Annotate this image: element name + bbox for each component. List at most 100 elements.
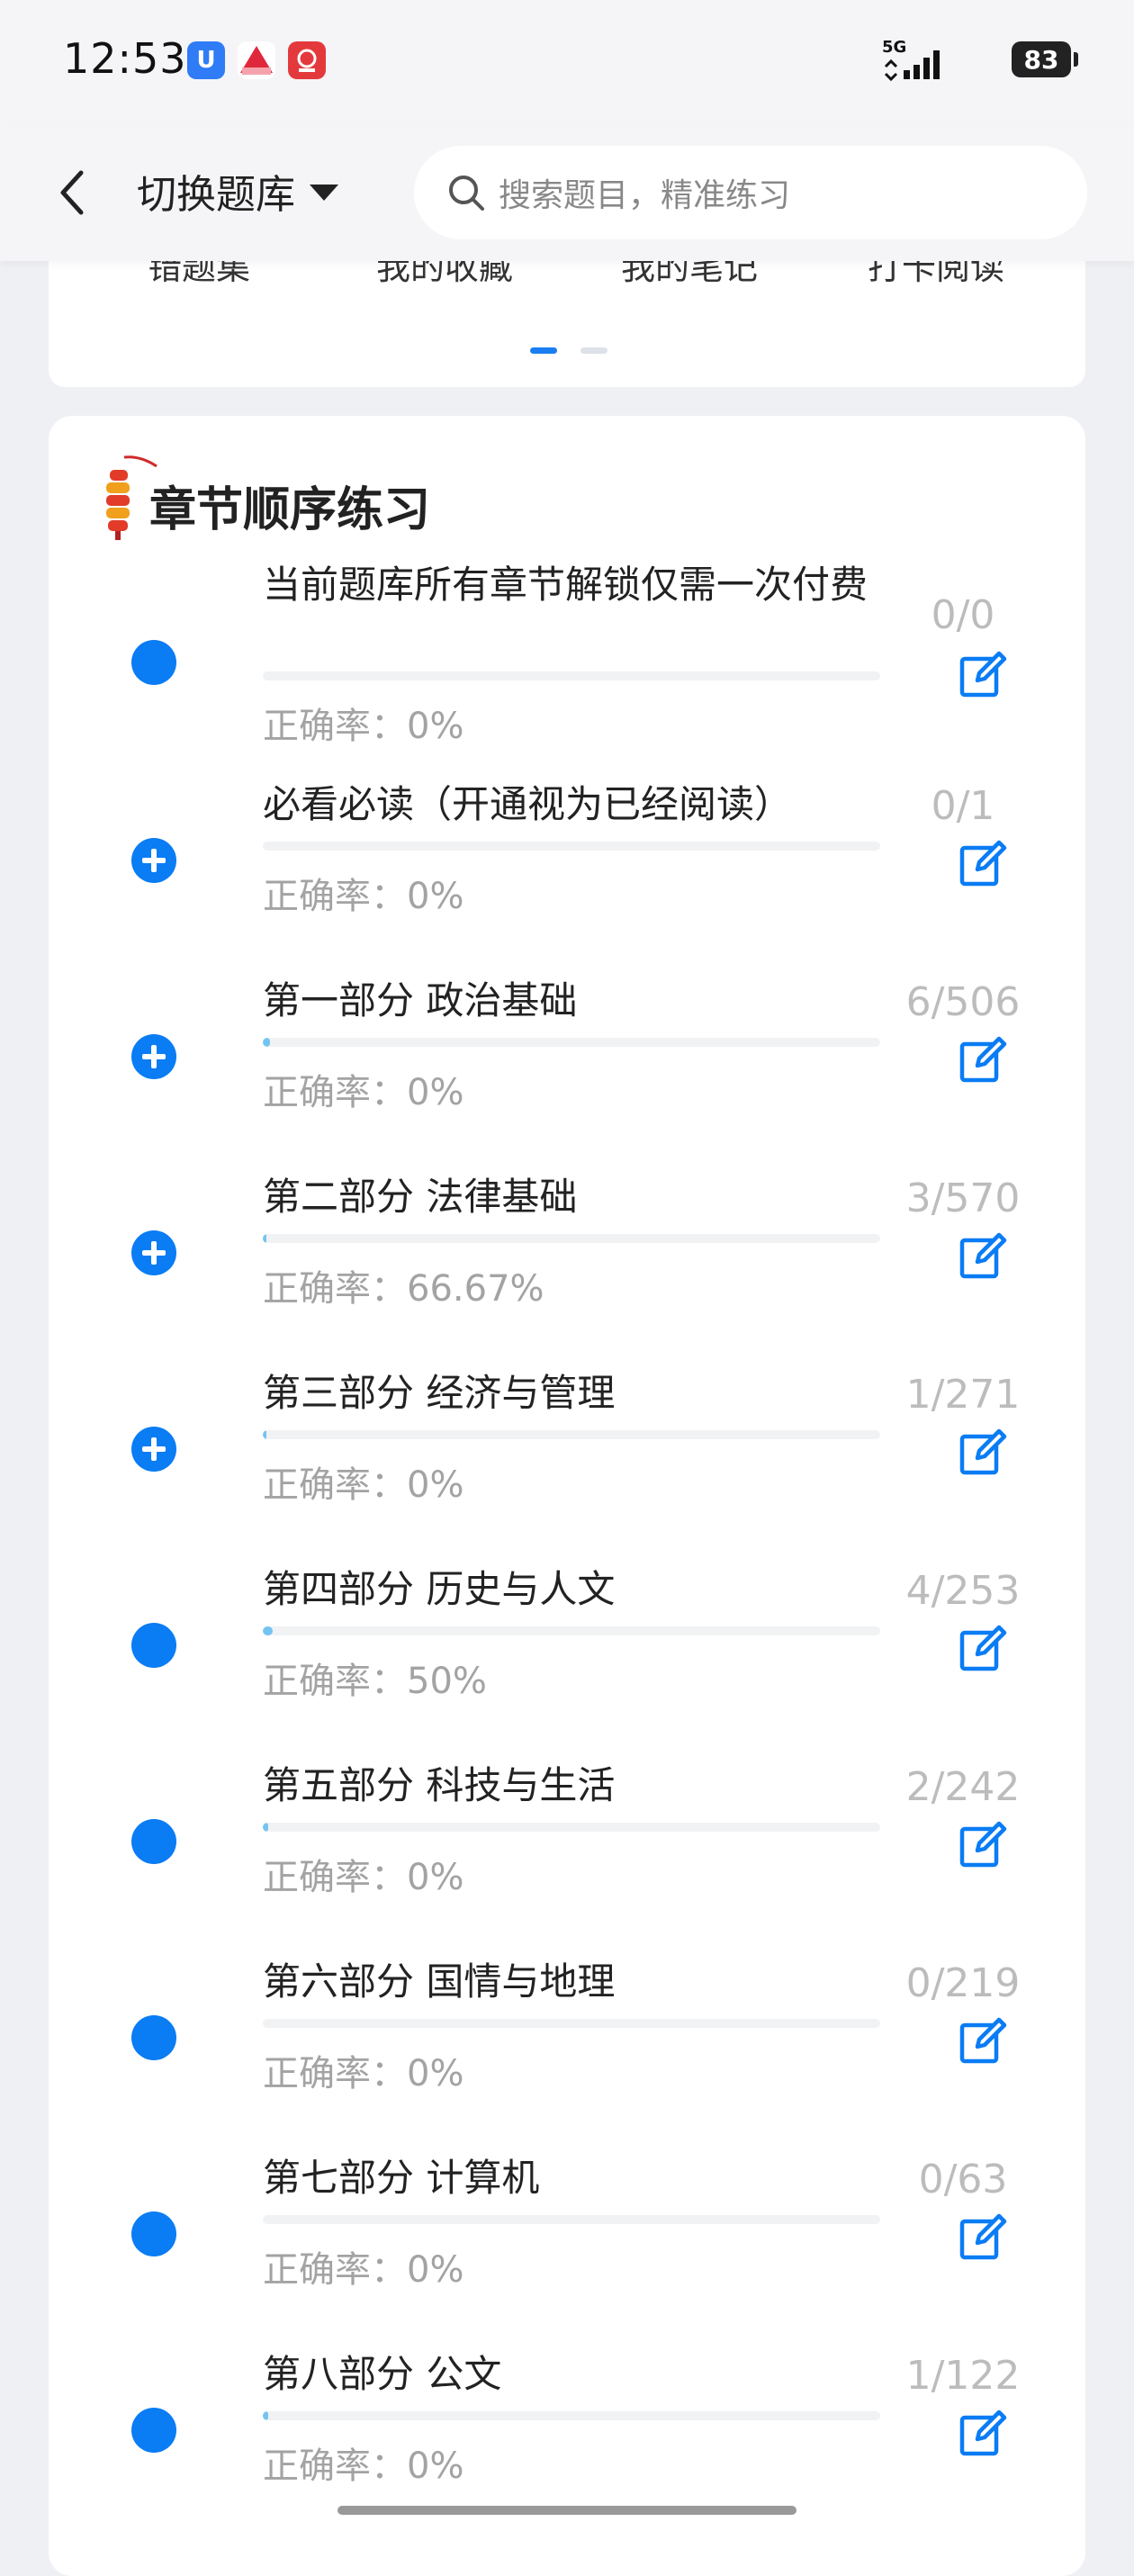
progress-bar xyxy=(263,2215,880,2224)
expand-plus-icon[interactable] xyxy=(131,1034,176,1079)
accuracy-text: 正确率：0% xyxy=(263,2044,464,2096)
chapter-practice-card: 章节顺序练习 当前题库所有章节解锁仅需一次付费 正确率：0% 0/0 必看必读（开通视… xyxy=(49,416,1085,2576)
accuracy-text: 正确率：0% xyxy=(263,867,464,919)
chapter-title[interactable]: 第四部分 历史与人文 xyxy=(263,1564,929,1614)
chapter-title[interactable]: 第三部分 经济与管理 xyxy=(263,1368,929,1418)
expand-plus-icon[interactable] xyxy=(131,1427,176,1472)
accuracy-label: 正确率： xyxy=(263,876,407,917)
app-notification-icon xyxy=(238,41,275,79)
accuracy-value: 66.67% xyxy=(407,1268,544,1310)
practice-edit-icon[interactable] xyxy=(958,1428,1008,1478)
app-notification-icon xyxy=(288,41,326,79)
chapter-dot-icon xyxy=(131,2211,176,2256)
progress-fill xyxy=(263,1823,268,1832)
progress-bar xyxy=(263,1234,880,1243)
page-indicator xyxy=(530,347,608,354)
caret-down-icon xyxy=(310,185,338,201)
accuracy-label: 正确率： xyxy=(263,2053,407,2094)
accuracy-label: 正确率： xyxy=(263,1268,407,1310)
progress-bar xyxy=(263,842,880,851)
accuracy-value: 0% xyxy=(407,2445,464,2487)
accuracy-text: 正确率：66.67% xyxy=(263,1259,544,1311)
accuracy-value: 0% xyxy=(407,1072,464,1113)
chapter-dot-icon xyxy=(131,2408,176,2453)
accuracy-text: 正确率：0% xyxy=(263,2436,464,2489)
switch-bank-dropdown[interactable]: 切换题库 xyxy=(137,162,338,220)
chapter-title[interactable]: 当前题库所有章节解锁仅需一次付费 xyxy=(263,560,929,609)
progress-bar xyxy=(263,1626,880,1635)
progress-bar xyxy=(263,2019,880,2028)
chevron-left-icon xyxy=(60,170,84,215)
question-count: 0/219 xyxy=(905,1960,1021,2006)
practice-edit-icon[interactable] xyxy=(958,2016,1008,2067)
accuracy-text: 正确率：50% xyxy=(263,1652,487,1704)
accuracy-value: 0% xyxy=(407,2249,464,2291)
progress-bar xyxy=(263,2411,880,2420)
clock: 12:53 xyxy=(63,34,187,83)
notification-icons: U xyxy=(187,41,326,79)
home-indicator[interactable] xyxy=(338,2506,796,2515)
chapter-title[interactable]: 必看必读（开通视为已经阅读） xyxy=(263,779,929,829)
accuracy-label: 正确率： xyxy=(263,1857,407,1898)
expand-plus-icon[interactable] xyxy=(131,1230,176,1275)
practice-edit-icon[interactable] xyxy=(958,1624,1008,1674)
app-notification-icon: U xyxy=(187,41,225,79)
question-count: 0/63 xyxy=(918,2157,1008,2202)
practice-edit-icon[interactable] xyxy=(958,2409,1008,2459)
accuracy-value: 0% xyxy=(407,2053,464,2094)
chapter-title[interactable]: 第六部分 国情与地理 xyxy=(263,1957,929,2006)
question-count: 1/271 xyxy=(905,1372,1021,1418)
accuracy-text: 正确率：0% xyxy=(263,1063,464,1115)
chapter-title[interactable]: 第二部分 法律基础 xyxy=(263,1172,929,1221)
question-count: 3/570 xyxy=(905,1175,1021,1221)
accuracy-value: 0% xyxy=(407,876,464,917)
accuracy-value: 0% xyxy=(407,1464,464,1506)
chapter-dot-icon xyxy=(131,1623,176,1668)
battery-indicator: 83 xyxy=(1012,41,1078,77)
progress-fill xyxy=(263,1430,266,1439)
switch-bank-label: 切换题库 xyxy=(137,172,295,218)
progress-fill xyxy=(263,2411,268,2420)
section-title: 章节顺序练习 xyxy=(149,483,431,537)
search-bar[interactable]: 搜索题目，精准练习 xyxy=(414,146,1087,239)
back-button[interactable] xyxy=(52,166,92,220)
progress-bar xyxy=(263,1823,880,1832)
search-placeholder: 搜索题目，精准练习 xyxy=(499,177,791,214)
accuracy-label: 正确率： xyxy=(263,1072,407,1113)
page-dot xyxy=(580,347,608,354)
page-dot-active xyxy=(530,347,557,354)
practice-edit-icon[interactable] xyxy=(958,1820,1008,1870)
practice-edit-icon[interactable] xyxy=(958,839,1008,889)
progress-bar xyxy=(263,671,880,680)
chapter-title[interactable]: 第五部分 科技与生活 xyxy=(263,1761,929,1810)
practice-edit-icon[interactable] xyxy=(958,2212,1008,2263)
progress-bar xyxy=(263,1038,880,1047)
question-count: 0/1 xyxy=(931,783,995,829)
question-count: 1/122 xyxy=(905,2353,1021,2399)
chapter-title[interactable]: 第一部分 政治基础 xyxy=(263,976,929,1025)
chapter-dot-icon xyxy=(131,640,176,685)
question-count: 4/253 xyxy=(905,1568,1021,1614)
expand-plus-icon[interactable] xyxy=(131,838,176,883)
accuracy-label: 正确率： xyxy=(263,1661,407,1702)
practice-edit-icon[interactable] xyxy=(958,1231,1008,1282)
accuracy-label: 正确率： xyxy=(263,2249,407,2291)
practice-edit-icon[interactable] xyxy=(958,1035,1008,1085)
accuracy-label: 正确率： xyxy=(263,1464,407,1506)
chapter-title[interactable]: 第八部分 公文 xyxy=(263,2349,929,2399)
accuracy-text: 正确率：0% xyxy=(263,1848,464,1900)
search-icon xyxy=(449,176,484,211)
accuracy-value: 0% xyxy=(407,1857,464,1898)
accuracy-text: 正确率：0% xyxy=(263,1455,464,1508)
chapter-dot-icon xyxy=(131,2015,176,2060)
accuracy-value: 0% xyxy=(407,706,464,747)
practice-edit-icon[interactable] xyxy=(958,650,1008,700)
accuracy-text: 正确率：0% xyxy=(263,2240,464,2292)
question-count: 6/506 xyxy=(905,979,1021,1025)
question-count: 0/0 xyxy=(931,592,995,638)
question-count: 2/242 xyxy=(905,1764,1021,1810)
chapter-title[interactable]: 第七部分 计算机 xyxy=(263,2153,929,2202)
chapter-dot-icon xyxy=(131,1819,176,1864)
accuracy-text: 正确率：0% xyxy=(263,697,464,749)
progress-fill xyxy=(263,1626,273,1635)
